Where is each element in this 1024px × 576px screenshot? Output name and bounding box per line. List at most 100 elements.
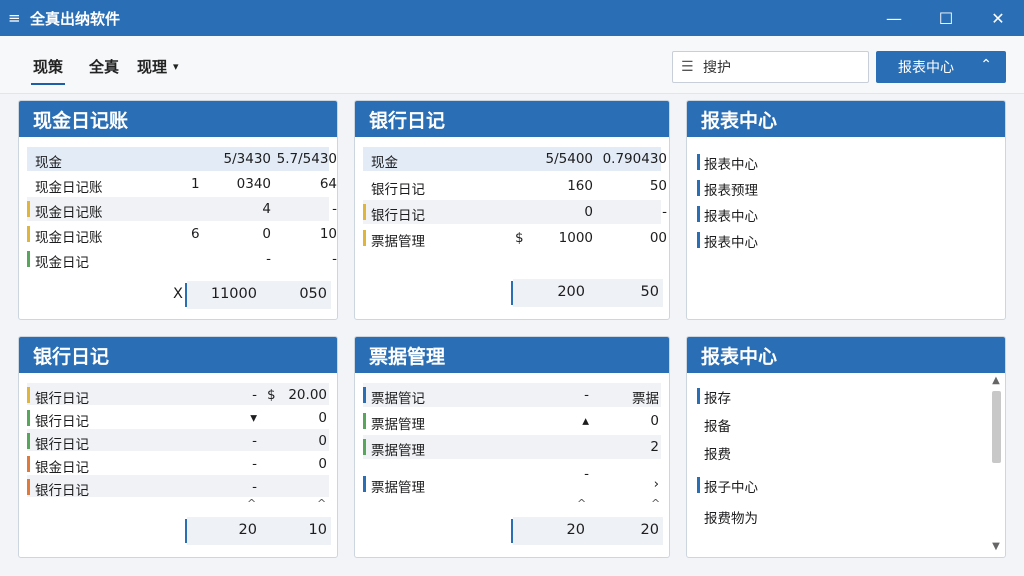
tab-dropdown-icon[interactable]: ▾: [173, 60, 179, 73]
cash-journal-panel: 现金日记账 现金 5/3430 5.7/5430 现金日记账 1 0340 64…: [18, 100, 338, 320]
row-label: 现金日记账: [35, 230, 103, 246]
row-value: 0: [318, 410, 327, 426]
row-label: 现金日记账: [35, 205, 103, 221]
vertical-scrollbar[interactable]: ▲ ▼: [989, 375, 1003, 555]
row-marker: [363, 204, 366, 220]
toolbar: 现策 全真 现理 ▾ ☰ 搜护 报表中心 ⌃: [0, 36, 1024, 94]
bank-journal-panel: 银行日记 现金 5/5400 0.790430 银行日记 160 50 银行日记…: [354, 100, 670, 320]
table-row[interactable]: 银行日记 - $ 20.00: [27, 383, 329, 407]
bill-management-panel: 票据管理 票据管记 - 票据 票据管理 ▴ 0 票据管理 2 票据管理 - › …: [354, 336, 670, 558]
table-row[interactable]: 现金日记账 6 0 10: [27, 222, 337, 246]
sort-caret-icon[interactable]: ^: [317, 497, 326, 510]
table-row[interactable]: 票据管记 - 票据: [363, 383, 661, 407]
row-value: 10: [319, 226, 337, 242]
row-value: 20.00: [288, 387, 327, 403]
table-row[interactable]: 现金日记账 4 -: [27, 197, 337, 221]
total-marker: [185, 519, 187, 543]
sort-caret-icon[interactable]: ^: [651, 497, 660, 510]
item-marker: [697, 180, 700, 196]
scroll-thumb[interactable]: [992, 391, 1001, 463]
app-menu-icon[interactable]: ≡: [8, 9, 30, 27]
item-marker: [697, 388, 700, 404]
row-value: 64: [319, 176, 337, 192]
search-input[interactable]: 搜护: [703, 57, 731, 77]
table-row[interactable]: 银行日记 - 0: [27, 429, 329, 453]
table-row[interactable]: 现金日记账 1 0340 64: [27, 172, 337, 196]
row-label: 银行日记: [371, 208, 425, 224]
total-value: 10: [308, 522, 327, 538]
panel-title: 报表中心: [687, 337, 1005, 373]
chevron-up-icon[interactable]: ⌃: [980, 57, 992, 73]
row-label: 银行日记: [35, 437, 89, 453]
row-label: 银金日记: [35, 460, 89, 476]
row-value: -: [332, 201, 337, 217]
tab-cash[interactable]: 现策: [30, 56, 66, 85]
row-value: 0: [318, 456, 327, 472]
row-value: 0: [262, 226, 271, 242]
table-row[interactable]: 银行日记 0 -: [363, 200, 667, 224]
row-marker: [27, 433, 30, 449]
row-value: -: [266, 251, 271, 267]
table-row[interactable]: 银行日记 160 50: [363, 174, 667, 198]
tab-full[interactable]: 全真: [89, 56, 119, 77]
report-center-button-label: 报表中心: [898, 60, 954, 76]
report-link-label: 报存: [704, 391, 731, 407]
report-link-label: 报表中心: [704, 209, 758, 225]
table-row[interactable]: 银行日记 ▾ 0: [27, 406, 329, 430]
row-marker: [363, 413, 366, 429]
total-value: 20: [566, 522, 585, 538]
list-search-icon: ☰: [681, 59, 694, 75]
column-header: 5/3430: [223, 151, 272, 167]
total-row: 200 50: [511, 279, 663, 307]
row-value: -: [252, 433, 257, 449]
row-value: 160: [567, 178, 593, 194]
report-center-button[interactable]: 报表中心 ⌃: [876, 51, 1006, 83]
row-label: 银行日记: [371, 182, 425, 198]
report-link-label: 报费物为: [704, 511, 758, 527]
row-prefix: 1: [191, 176, 200, 192]
chevron-right-icon[interactable]: ›: [589, 476, 659, 492]
total-value: 050: [299, 286, 327, 302]
total-row: X 11000 050: [173, 281, 331, 309]
row-marker: [27, 410, 30, 426]
table-row[interactable]: 现金日记 - -: [27, 247, 337, 271]
report-link-label: 报子中心: [704, 480, 758, 496]
row-label: 现金日记: [35, 255, 89, 271]
table-row[interactable]: 银行日记 -: [27, 475, 329, 499]
table-row[interactable]: 票据管理 2: [363, 435, 661, 459]
maximize-button[interactable]: ☐: [920, 0, 972, 36]
row-label: 现金日记账: [35, 180, 103, 196]
scroll-down-icon[interactable]: ▼: [989, 541, 1003, 555]
total-mark: X: [173, 286, 183, 302]
row-value: ▾: [250, 410, 257, 426]
panel-title: 银行日记: [19, 337, 337, 373]
total-row: 20 10: [185, 517, 331, 545]
row-label: 银行日记: [35, 391, 89, 407]
sort-caret-icon[interactable]: ^: [577, 497, 586, 510]
minimize-button[interactable]: —: [868, 0, 920, 36]
search-box[interactable]: ☰ 搜护: [672, 51, 869, 83]
row-value: 0: [650, 413, 659, 429]
row-label: 银行日记: [35, 414, 89, 430]
sort-caret-icon[interactable]: ^: [247, 497, 256, 510]
column-header: 5/5400: [545, 151, 594, 167]
item-marker: [697, 206, 700, 222]
report-link-label: 报费: [704, 447, 731, 463]
close-button[interactable]: ✕: [972, 0, 1024, 36]
row-marker: [27, 251, 30, 267]
table-header: 现金 5/3430 5.7/5430: [27, 147, 337, 171]
scroll-up-icon[interactable]: ▲: [989, 375, 1003, 389]
table-row[interactable]: 票据管理 ▴ 0: [363, 409, 661, 433]
title-bar: ≡ 全真出纳软件 — ☐ ✕: [0, 0, 1024, 36]
table-row[interactable]: 票据管理 $ 1000 00: [363, 226, 667, 250]
total-value: 20: [640, 522, 659, 538]
row-marker: [363, 387, 366, 403]
row-label: 票据管记: [371, 391, 425, 407]
table-row[interactable]: 票据管理 - ›: [363, 466, 661, 496]
row-marker: [27, 479, 30, 495]
table-row[interactable]: 银金日记 - 0: [27, 452, 329, 476]
report-link-label: 报表中心: [704, 235, 758, 251]
tab-manage[interactable]: 现理: [137, 56, 167, 77]
row-value: 4: [262, 201, 271, 217]
row-value: 0: [584, 204, 593, 220]
